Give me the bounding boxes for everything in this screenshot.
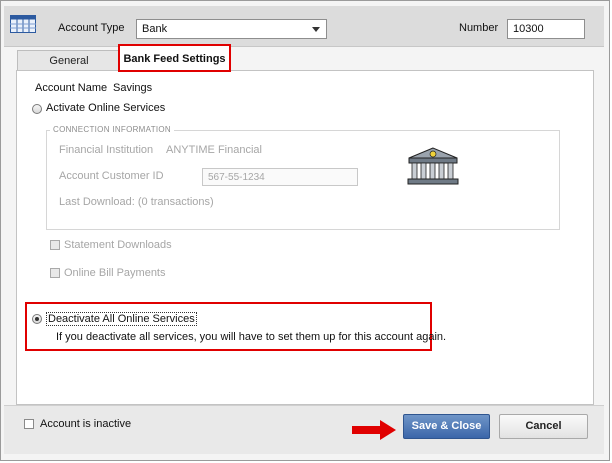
deactivate-highlight-box <box>25 302 432 351</box>
deactivate-online-services-radio[interactable] <box>32 314 42 324</box>
account-number-field[interactable]: 10300 <box>507 19 585 39</box>
customer-id-value: 567-55-1234 <box>208 172 265 183</box>
last-download-text: Last Download: (0 transactions) <box>59 196 214 208</box>
cancel-button[interactable]: Cancel <box>499 414 588 439</box>
account-inactive-label[interactable]: Account is inactive <box>40 418 131 430</box>
account-inactive-checkbox[interactable] <box>24 419 34 429</box>
account-type-label: Account Type <box>58 22 125 34</box>
account-number-value: 10300 <box>513 23 544 35</box>
online-bill-payments-label: Online Bill Payments <box>64 267 166 279</box>
online-bill-payments-checkbox <box>50 268 60 278</box>
account-name-label: Account Name <box>35 82 108 94</box>
customer-id-field: 567-55-1234 <box>202 168 358 186</box>
save-close-button[interactable]: Save & Close <box>403 414 490 439</box>
account-type-dropdown[interactable]: Bank <box>136 19 327 39</box>
account-name-value: Savings <box>113 82 153 94</box>
ledger-icon <box>10 15 36 33</box>
statement-downloads-label: Statement Downloads <box>64 239 172 251</box>
number-label: Number <box>459 22 499 34</box>
red-arrow-icon <box>352 420 396 440</box>
connection-information-legend: CONNECTION INFORMATION <box>50 125 175 134</box>
account-type-value: Bank <box>142 23 168 35</box>
bank-feed-panel <box>16 70 594 405</box>
financial-institution-value: ANYTIME Financial <box>166 144 262 156</box>
activate-online-services-label[interactable]: Activate Online Services <box>46 102 165 114</box>
bank-building-icon <box>407 147 459 185</box>
deactivate-online-services-label[interactable]: Deactivate All Online Services <box>46 312 197 326</box>
tab-bank-feed-settings[interactable]: Bank Feed Settings <box>118 44 231 72</box>
dropdown-arrow-icon <box>312 27 320 32</box>
tab-general[interactable]: General <box>17 50 121 70</box>
financial-institution-label: Financial Institution <box>59 144 154 156</box>
deactivate-note: If you deactivate all services, you will… <box>56 331 447 343</box>
activate-online-services-radio[interactable] <box>32 104 42 114</box>
customer-id-label: Account Customer ID <box>59 170 164 182</box>
statement-downloads-checkbox <box>50 240 60 250</box>
